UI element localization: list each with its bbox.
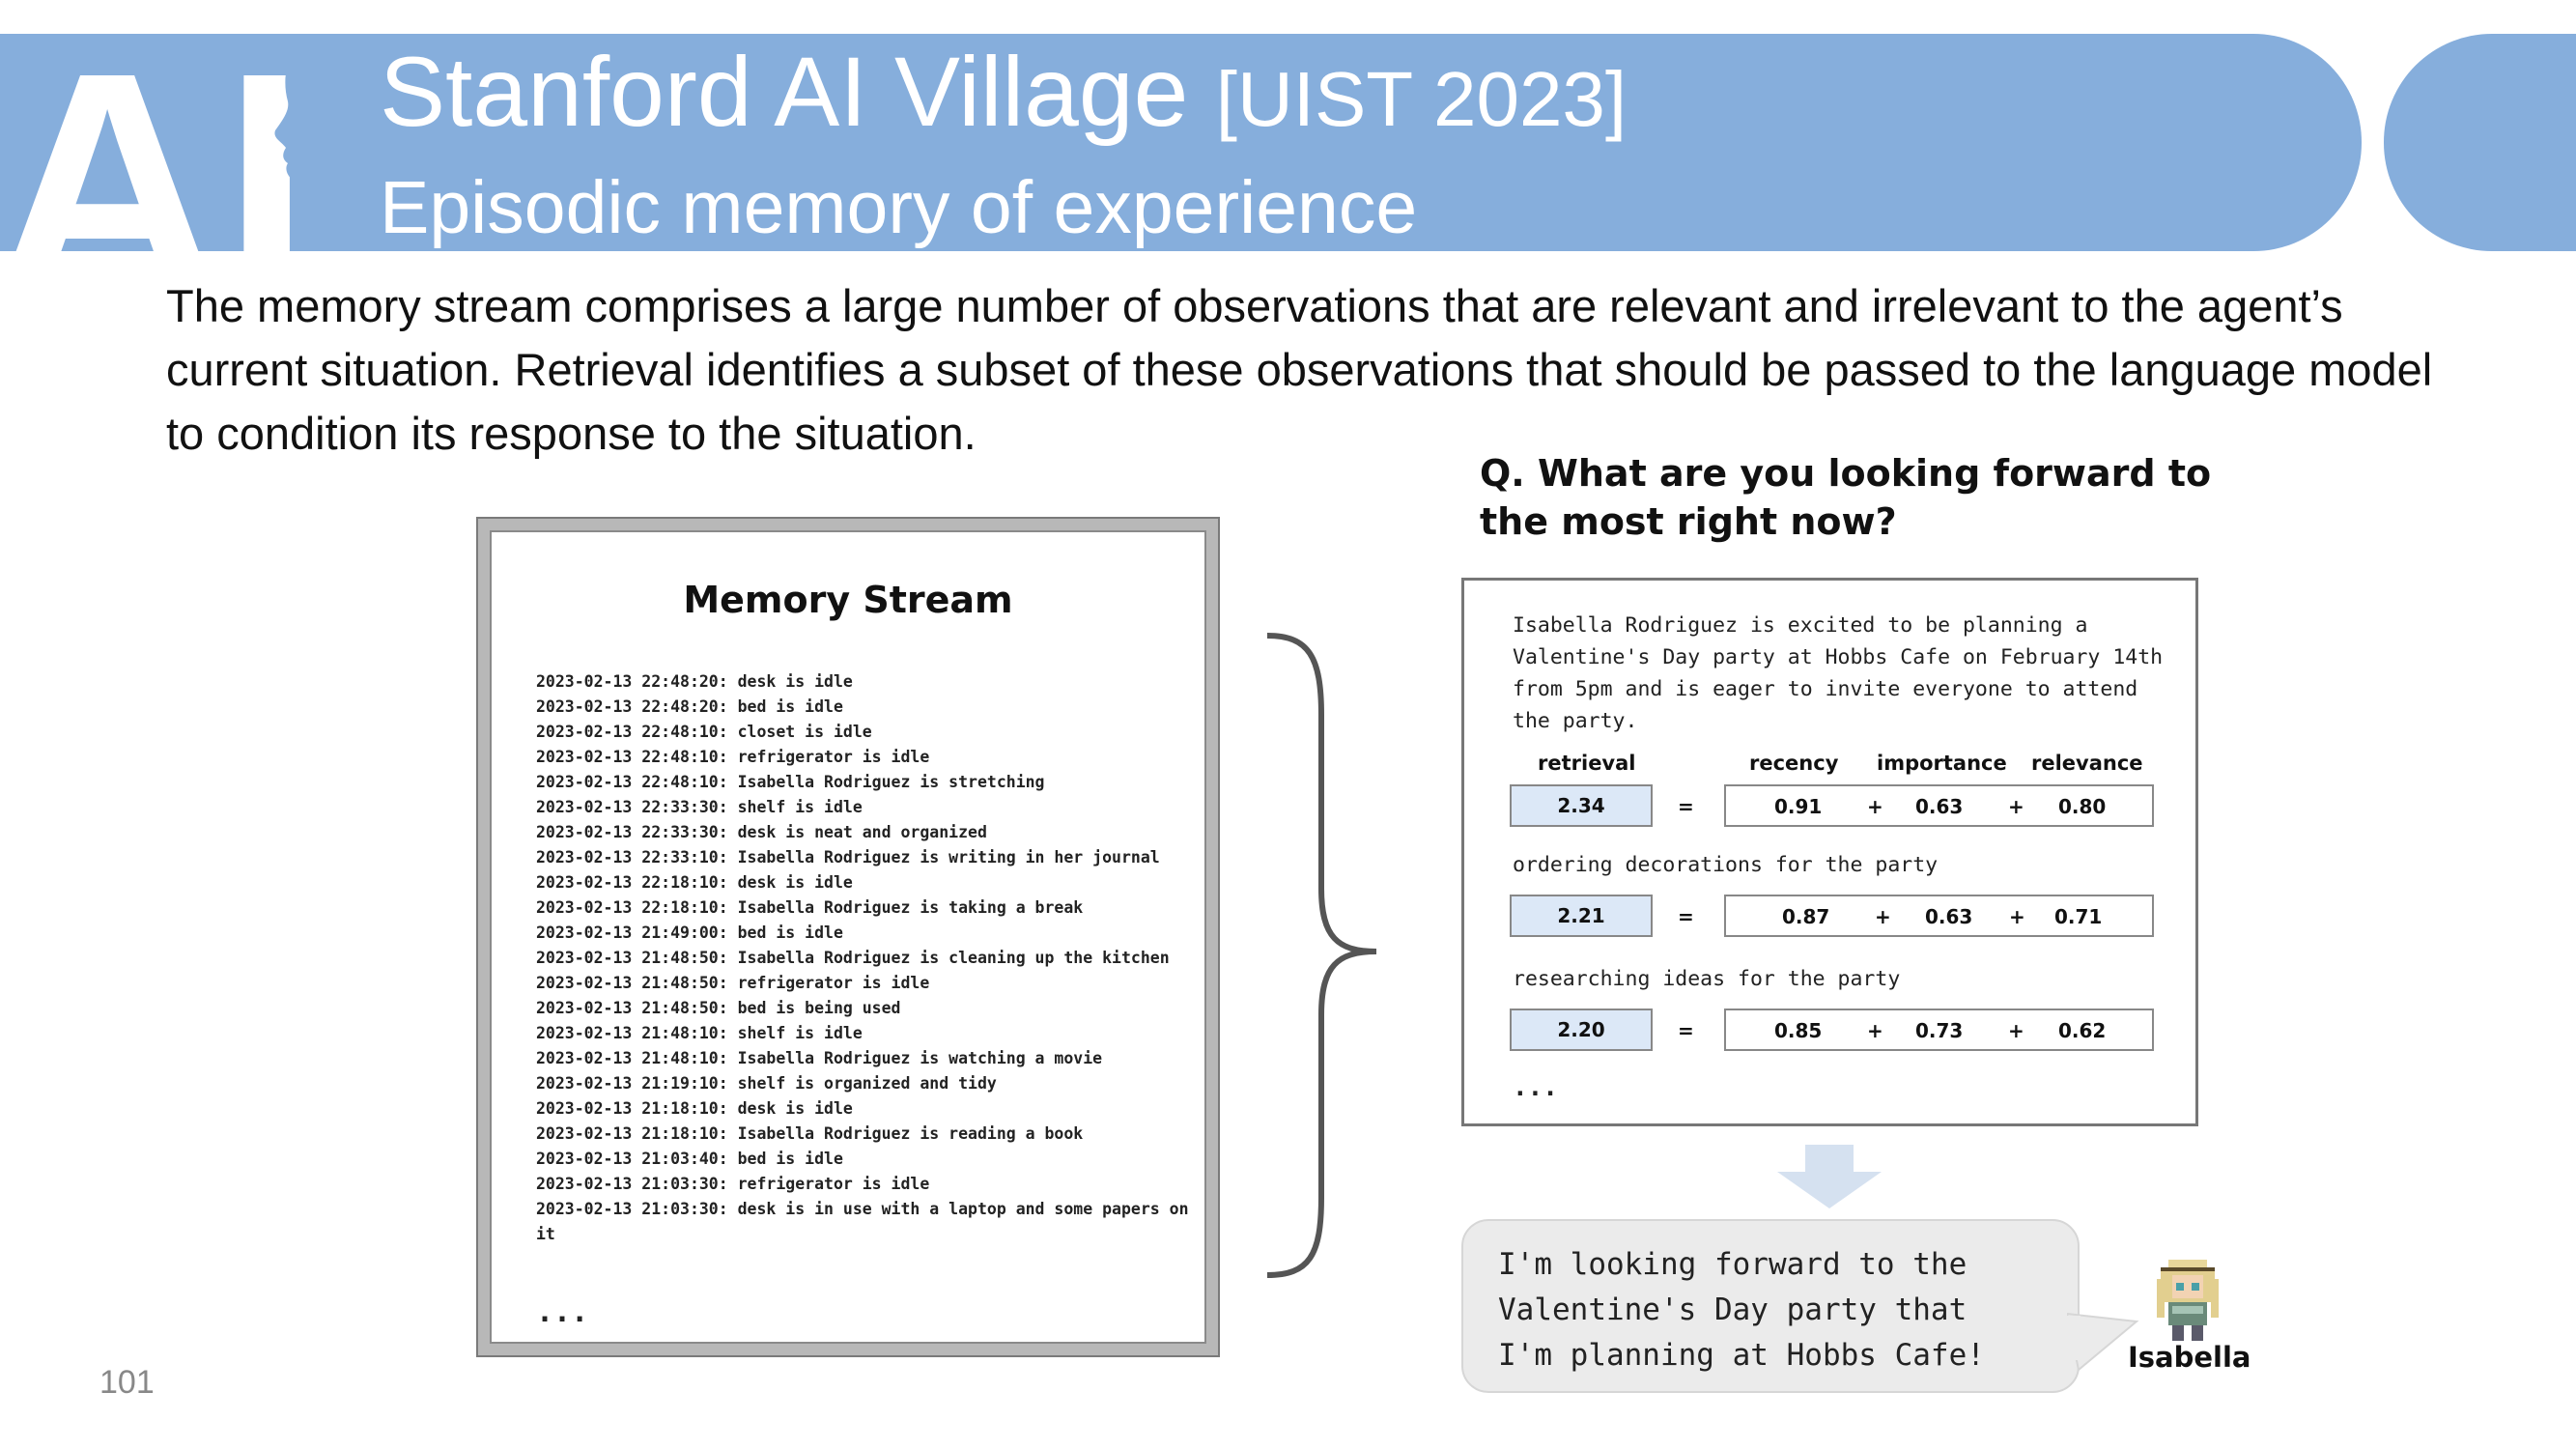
list-item: 2023-02-13 21:48:50: Isabella Rodriguez … xyxy=(536,949,1170,967)
list-item: 2023-02-13 21:49:00: bed is idle xyxy=(536,923,843,942)
curly-brace-icon xyxy=(1266,633,1377,1278)
retrieval-score-2: 2.21 xyxy=(1510,895,1653,937)
isabella-avatar-icon xyxy=(2157,1260,2219,1341)
avatar-name: Isabella xyxy=(2128,1341,2251,1374)
list-item: 2023-02-13 22:18:10: desk is idle xyxy=(536,873,853,892)
list-item: 2023-02-13 21:48:50: bed is being used xyxy=(536,999,901,1017)
down-arrow-icon xyxy=(1777,1145,1882,1208)
memory-stream-ellipsis: ... xyxy=(536,1295,589,1329)
list-item: 2023-02-13 21:03:30: refrigerator is idl… xyxy=(536,1175,930,1193)
relevance-score: 0.71 xyxy=(2054,905,2103,928)
slide-subtitle: Episodic memory of experience xyxy=(380,166,1418,249)
list-item: 2023-02-13 22:48:20: desk is idle xyxy=(536,672,853,691)
list-item: 2023-02-13 21:19:10: shelf is organized … xyxy=(536,1074,997,1093)
plus-sign: + xyxy=(2009,905,2025,928)
list-item: 2023-02-13 22:33:30: desk is neat and or… xyxy=(536,823,987,841)
memory-stream-inner: Memory Stream 2023-02-13 22:48:20: desk … xyxy=(490,530,1206,1344)
plus-sign: + xyxy=(2008,1019,2024,1042)
list-item: 2023-02-13 22:33:10: Isabella Rodriguez … xyxy=(536,848,1160,867)
importance-score: 0.73 xyxy=(1915,1019,1964,1042)
list-item: 2023-02-13 22:33:30: shelf is idle xyxy=(536,798,863,816)
list-item: 2023-02-13 21:48:50: refrigerator is idl… xyxy=(536,974,930,992)
memory-stream-title: Memory Stream xyxy=(683,579,1013,621)
logo-letters: AI xyxy=(0,34,311,251)
answer-line: I'm planning at Hobbs Cafe! xyxy=(1498,1338,1985,1373)
ai-logo: AI xyxy=(0,34,367,251)
plus-sign: + xyxy=(1875,905,1891,928)
plus-sign: + xyxy=(2008,795,2024,818)
plus-sign: + xyxy=(1867,795,1883,818)
recency-score: 0.85 xyxy=(1774,1019,1823,1042)
memory-stream-list: 2023-02-13 22:48:20: desk is idle 2023-0… xyxy=(536,669,1193,1247)
importance-score: 0.63 xyxy=(1915,795,1964,818)
header-recency: recency xyxy=(1749,752,1839,775)
equals-sign: = xyxy=(1678,795,1694,818)
equals-sign: = xyxy=(1678,1019,1694,1042)
retrieval-score-1: 2.34 xyxy=(1510,784,1653,827)
importance-score: 0.63 xyxy=(1925,905,1973,928)
body-paragraph: The memory stream comprises a large numb… xyxy=(166,280,2433,459)
score-components-3: 0.85 + 0.73 + 0.62 xyxy=(1724,1009,2154,1051)
header-band-right-cap xyxy=(2384,34,2576,251)
memory-text-2: ordering decorations for the party xyxy=(1513,853,1939,877)
list-item: 2023-02-13 21:18:10: Isabella Rodriguez … xyxy=(536,1124,1084,1143)
equals-sign: = xyxy=(1678,905,1694,928)
recency-score: 0.91 xyxy=(1774,795,1823,818)
title-tag: [UIST 2023] xyxy=(1215,56,1628,142)
recency-score: 0.87 xyxy=(1782,905,1830,928)
memory-stream-panel: Memory Stream 2023-02-13 22:48:20: desk … xyxy=(476,517,1220,1357)
list-item: 2023-02-13 21:03:40: bed is idle xyxy=(536,1150,843,1168)
answer-line: I'm looking forward to the xyxy=(1498,1247,1967,1282)
list-item: 2023-02-13 22:18:10: Isabella Rodriguez … xyxy=(536,898,1084,917)
retrieval-panel: Isabella Rodriguez is excited to be plan… xyxy=(1461,578,2198,1126)
retrieval-score-3: 2.20 xyxy=(1510,1009,1653,1051)
relevance-score: 0.62 xyxy=(2058,1019,2107,1042)
list-item: 2023-02-13 21:03:30: desk is in use with… xyxy=(536,1200,1199,1243)
plus-sign: + xyxy=(1867,1019,1883,1042)
score-components-2: 0.87 + 0.63 + 0.71 xyxy=(1724,895,2154,937)
header-retrieval: retrieval xyxy=(1538,752,1636,775)
list-item: 2023-02-13 22:48:20: bed is idle xyxy=(536,697,843,716)
memory-text-3: researching ideas for the party xyxy=(1513,967,1901,991)
answer-bubble: I'm looking forward to the Valentine's D… xyxy=(1461,1219,2080,1393)
list-item: 2023-02-13 22:48:10: refrigerator is idl… xyxy=(536,748,930,766)
question-text: Q. What are you looking forward to the m… xyxy=(1480,452,2212,543)
memory-text-1: Isabella Rodriguez is excited to be plan… xyxy=(1513,613,2164,733)
answer-line: Valentine's Day party that xyxy=(1498,1293,1967,1327)
list-item: 2023-02-13 21:48:10: Isabella Rodriguez … xyxy=(536,1049,1103,1067)
header-importance: importance xyxy=(1877,752,2007,775)
list-item: 2023-02-13 22:48:10: closet is idle xyxy=(536,723,872,741)
list-item: 2023-02-13 21:18:10: desk is idle xyxy=(536,1099,853,1118)
list-item: 2023-02-13 21:48:10: shelf is idle xyxy=(536,1024,863,1042)
list-item: 2023-02-13 22:48:10: Isabella Rodriguez … xyxy=(536,773,1045,791)
header-relevance: relevance xyxy=(2031,752,2143,775)
retrieval-ellipsis: ... xyxy=(1513,1073,1558,1102)
page-number: 101 xyxy=(99,1364,155,1401)
relevance-score: 0.80 xyxy=(2058,795,2107,818)
score-components-1: 0.91 + 0.63 + 0.80 xyxy=(1724,784,2154,827)
title-main: Stanford AI Village xyxy=(380,37,1189,147)
slide-title: Stanford AI Village [UIST 2023] xyxy=(380,39,1627,153)
